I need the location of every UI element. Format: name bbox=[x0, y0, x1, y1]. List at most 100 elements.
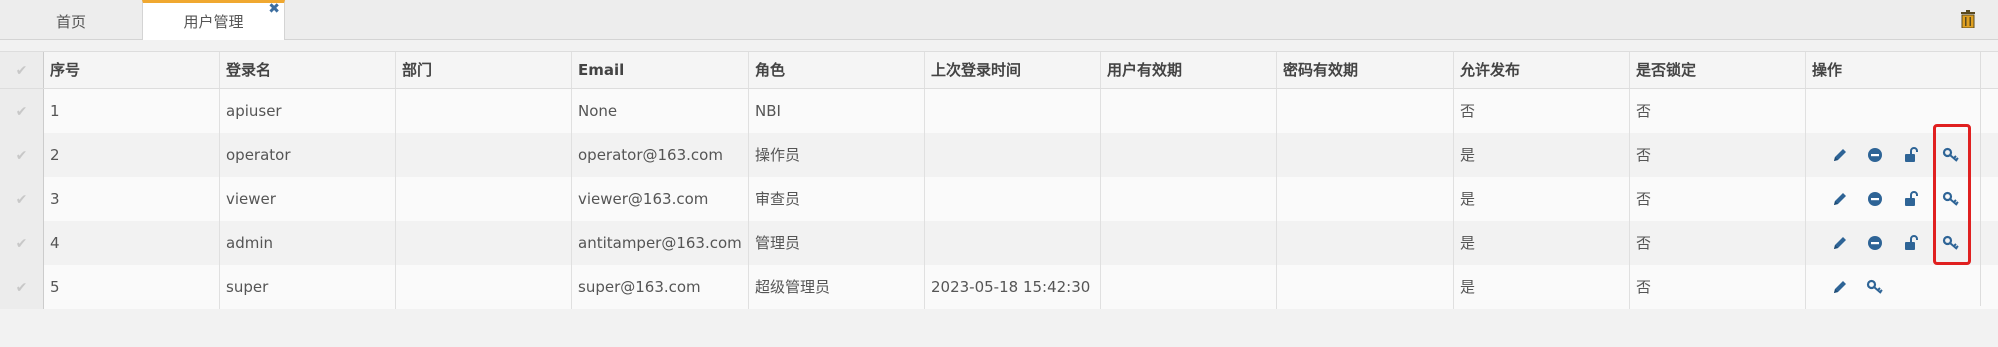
cell-publish: 是 bbox=[1454, 221, 1630, 265]
header-no[interactable]: 序号 bbox=[44, 52, 220, 88]
select-all-checkbox[interactable]: ✔ bbox=[0, 52, 44, 88]
cell-publish: 否 bbox=[1454, 89, 1630, 133]
edit-icon[interactable] bbox=[1831, 234, 1849, 252]
cell-dept bbox=[396, 133, 572, 177]
cell-no: 4 bbox=[44, 221, 220, 265]
cell-last-login bbox=[925, 133, 1101, 177]
edit-icon[interactable] bbox=[1831, 190, 1849, 208]
row-checkbox[interactable]: ✔ bbox=[0, 265, 44, 309]
cell-locked: 否 bbox=[1630, 177, 1806, 221]
header-locked[interactable]: 是否锁定 bbox=[1630, 52, 1806, 88]
cell-role: 超级管理员 bbox=[749, 265, 925, 309]
row-checkbox[interactable]: ✔ bbox=[0, 89, 44, 133]
cell-user-valid bbox=[1101, 89, 1277, 133]
check-icon: ✔ bbox=[15, 148, 28, 164]
key-icon[interactable] bbox=[1942, 190, 1960, 208]
disable-icon[interactable] bbox=[1866, 146, 1884, 164]
cell-no: 3 bbox=[44, 177, 220, 221]
cell-locked: 否 bbox=[1630, 265, 1806, 309]
cell-login: viewer bbox=[220, 177, 396, 221]
cell-login: super bbox=[220, 265, 396, 309]
cell-email: antitamper@163.com bbox=[572, 221, 749, 265]
table-header: ✔ 序号 登录名 部门 Email 角色 上次登录时间 用户有效期 密码有效期 … bbox=[0, 51, 1998, 89]
cell-publish: 是 bbox=[1454, 265, 1630, 309]
check-icon: ✔ bbox=[15, 236, 28, 252]
edit-icon[interactable] bbox=[1831, 278, 1849, 296]
cell-last-login: 2023-05-18 15:42:30 bbox=[925, 265, 1101, 309]
table-row[interactable]: ✔ 1 apiuser None NBI 否否 bbox=[0, 89, 1998, 133]
cell-dept bbox=[396, 89, 572, 133]
key-icon[interactable] bbox=[1942, 146, 1960, 164]
key-icon[interactable] bbox=[1866, 278, 1884, 296]
key-icon[interactable] bbox=[1942, 234, 1960, 252]
header-publish[interactable]: 允许发布 bbox=[1454, 52, 1630, 88]
cell-pwd-valid bbox=[1277, 221, 1454, 265]
cell-user-valid bbox=[1101, 177, 1277, 221]
cell-no: 1 bbox=[44, 89, 220, 133]
trash-icon[interactable] bbox=[1960, 10, 1976, 29]
cell-publish: 是 bbox=[1454, 133, 1630, 177]
check-icon: ✔ bbox=[15, 63, 28, 79]
cell-user-valid bbox=[1101, 133, 1277, 177]
cell-role: NBI bbox=[749, 89, 925, 133]
header-login[interactable]: 登录名 bbox=[220, 52, 396, 88]
cell-no: 5 bbox=[44, 265, 220, 309]
cell-pwd-valid bbox=[1277, 265, 1454, 309]
row-checkbox[interactable]: ✔ bbox=[0, 221, 44, 265]
row-checkbox[interactable]: ✔ bbox=[0, 177, 44, 221]
cell-role: 管理员 bbox=[749, 221, 925, 265]
disable-icon[interactable] bbox=[1866, 190, 1884, 208]
header-role[interactable]: 角色 bbox=[749, 52, 925, 88]
cell-email: operator@163.com bbox=[572, 133, 749, 177]
tab-label: 用户管理 bbox=[183, 13, 244, 31]
header-last-login[interactable]: 上次登录时间 bbox=[925, 52, 1101, 88]
table-row[interactable]: ✔ 5 super super@163.com 超级管理员 2023-05-18 15:4… bbox=[0, 265, 1998, 309]
cell-dept bbox=[396, 177, 572, 221]
edit-icon[interactable] bbox=[1831, 146, 1849, 164]
row-checkbox[interactable]: ✔ bbox=[0, 133, 44, 177]
unlock-icon[interactable] bbox=[1902, 146, 1920, 164]
unlock-icon[interactable] bbox=[1902, 190, 1920, 208]
cell-pwd-valid bbox=[1277, 89, 1454, 133]
cell-user-valid bbox=[1101, 221, 1277, 265]
header-email[interactable]: Email bbox=[572, 52, 749, 88]
cell-last-login bbox=[925, 221, 1101, 265]
tab-user-management[interactable]: 用户管理 ✖ bbox=[142, 0, 285, 40]
table-row[interactable]: ✔ 3 viewer viewer@163.com 审查员 是否 bbox=[0, 177, 1998, 221]
cell-locked: 否 bbox=[1630, 221, 1806, 265]
cell-dept bbox=[396, 221, 572, 265]
table-right-border bbox=[1980, 51, 1981, 306]
check-icon: ✔ bbox=[15, 192, 28, 208]
cell-publish: 是 bbox=[1454, 177, 1630, 221]
cell-dept bbox=[396, 265, 572, 309]
cell-locked: 否 bbox=[1630, 89, 1806, 133]
disable-icon[interactable] bbox=[1866, 234, 1884, 252]
table-row[interactable]: ✔ 4 admin antitamper@163.com 管理员 是否 bbox=[0, 221, 1998, 265]
cell-email: super@163.com bbox=[572, 265, 749, 309]
header-user-valid[interactable]: 用户有效期 bbox=[1101, 52, 1277, 88]
cell-role: 操作员 bbox=[749, 133, 925, 177]
close-icon[interactable]: ✖ bbox=[268, 1, 280, 17]
cell-login: apiuser bbox=[220, 89, 396, 133]
header-dept[interactable]: 部门 bbox=[396, 52, 572, 88]
header-actions: 操作 bbox=[1812, 61, 1843, 79]
tab-home[interactable]: 首页 bbox=[0, 0, 142, 39]
cell-locked: 否 bbox=[1630, 133, 1806, 177]
cell-login: operator bbox=[220, 133, 396, 177]
table-row[interactable]: ✔ 2 operator operator@163.com 操作员 是否 bbox=[0, 133, 1998, 177]
header-pwd-valid[interactable]: 密码有效期 bbox=[1277, 52, 1454, 88]
cell-role: 审查员 bbox=[749, 177, 925, 221]
cell-no: 2 bbox=[44, 133, 220, 177]
cell-email: viewer@163.com bbox=[572, 177, 749, 221]
check-icon: ✔ bbox=[15, 104, 28, 120]
cell-actions bbox=[1806, 89, 1980, 133]
unlock-icon[interactable] bbox=[1902, 234, 1920, 252]
tab-bar: 首页 用户管理 ✖ bbox=[0, 0, 1998, 40]
cell-last-login bbox=[925, 89, 1101, 133]
cell-last-login bbox=[925, 177, 1101, 221]
cell-email: None bbox=[572, 89, 749, 133]
cell-pwd-valid bbox=[1277, 177, 1454, 221]
cell-login: admin bbox=[220, 221, 396, 265]
user-table: ✔ 序号 登录名 部门 Email 角色 上次登录时间 用户有效期 密码有效期 … bbox=[0, 51, 1998, 309]
check-icon: ✔ bbox=[15, 280, 28, 296]
